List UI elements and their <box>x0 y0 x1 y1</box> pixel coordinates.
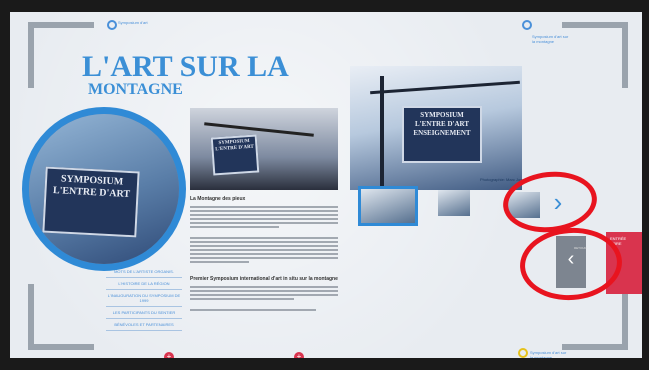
article-heading: La Montagne des pieux <box>190 196 246 202</box>
article-paragraphs: Premier Symposium international d'art in… <box>190 206 338 311</box>
status-dot-icon <box>518 348 528 358</box>
gallery-thumb-1[interactable] <box>358 186 418 226</box>
link-mots-artiste[interactable]: MOTS DE L'ARTISTE ORGANIS. <box>106 266 182 278</box>
logo-dot-icon-right <box>522 20 532 30</box>
corner-label-bottom-right: Symposium d'art sur la montagne <box>530 350 567 358</box>
plus-icon-left[interactable]: + <box>164 352 174 358</box>
corner-label-top-left: Symposium d'art <box>118 20 148 25</box>
title-line-1: L'ART SUR LA <box>82 50 289 83</box>
plus-icon-center[interactable]: + <box>294 352 304 358</box>
title-line-2: MONTAGNE <box>88 81 183 98</box>
article-section-heading: Premier Symposium international d'art in… <box>190 276 338 282</box>
link-benevoles[interactable]: BÉNÉVOLES ET PARTENAIRES <box>106 319 182 331</box>
corner-frame-top-right <box>562 22 628 88</box>
page-title: L'ART SUR LA MONTAGNE <box>82 52 289 98</box>
link-inauguration[interactable]: L'INAUGURATION DU SYMPOSIUM DE 1999 <box>106 290 182 307</box>
featured-circle-photo[interactable]: SYMPOSIUM L'ENTRE D'ART <box>22 107 186 271</box>
corner-frame-bottom-left <box>28 284 94 350</box>
link-histoire-region[interactable]: L'HISTOIRE DE LA RÉGION <box>106 278 182 290</box>
left-nav-links: MOTS DE L'ARTISTE ORGANIS. L'HISTOIRE DE… <box>106 266 182 331</box>
gallery-thumb-2[interactable] <box>438 190 470 216</box>
logo-dot-icon <box>107 20 117 30</box>
photo-sign: SYMPOSIUM L'ENTRE D'ART <box>210 134 260 176</box>
circle-sign: SYMPOSIUM L'ENTRE D'ART <box>42 166 140 238</box>
article-body: La Montagne des pieux Premier Symposium … <box>190 196 338 313</box>
gallery-sign: SYMPOSIUM L'ENTRE D'ART ENSEIGNEMENT <box>402 106 482 163</box>
link-participants[interactable]: LES PARTICIPANTS DU SENTIER <box>106 307 182 319</box>
kiosk-screen: Symposium d'art Symposium d'art sur la m… <box>10 12 642 358</box>
gallery-main-photo[interactable]: SYMPOSIUM L'ENTRE D'ART ENSEIGNEMENT <box>350 66 522 190</box>
article-photo[interactable]: SYMPOSIUM L'ENTRE D'ART <box>190 108 338 190</box>
corner-label-top-right: Symposium d'art sur la montagne <box>532 34 569 44</box>
